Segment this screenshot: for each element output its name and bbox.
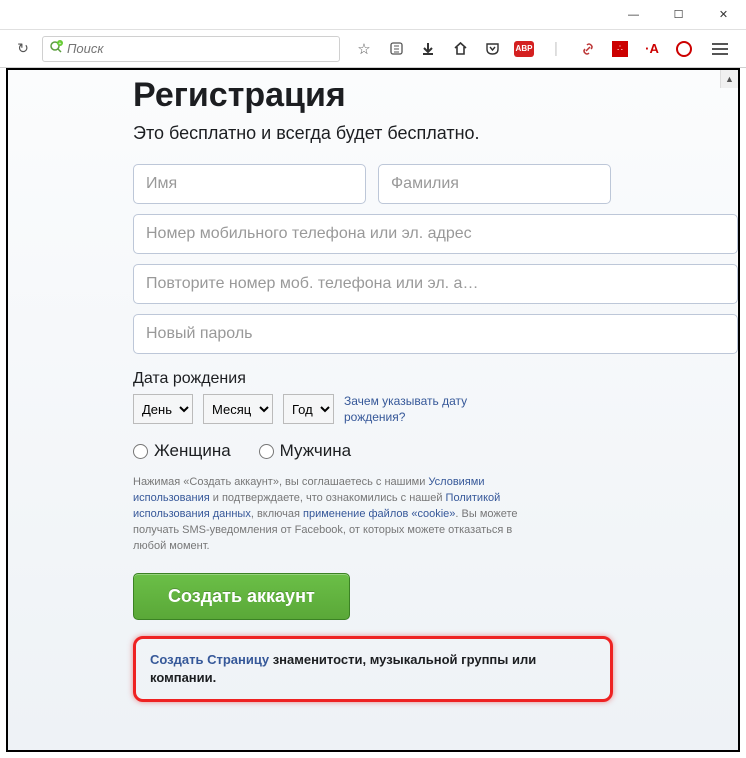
window-titlebar: — ☐ ✕	[0, 0, 746, 30]
font-extension-icon[interactable]: ·A	[642, 39, 662, 59]
terms-text: Нажимая «Создать аккаунт», вы соглашаете…	[133, 475, 533, 555]
create-account-button[interactable]: Создать аккаунт	[133, 573, 350, 620]
home-icon[interactable]	[450, 39, 470, 59]
adblock-icon[interactable]: ABP	[514, 39, 534, 59]
create-page-callout: Создать Страницу знаменитости, музыкальн…	[133, 636, 613, 702]
dob-label: Дата рождения	[133, 370, 738, 388]
dob-day-select[interactable]: День	[133, 394, 193, 424]
password-input[interactable]	[133, 314, 738, 354]
page-content: ▲ Регистрация Это бесплатно и всегда буд…	[6, 68, 740, 752]
gender-male-radio[interactable]	[259, 444, 274, 459]
gender-row: Женщина Мужчина	[133, 441, 738, 461]
gender-male-option[interactable]: Мужчина	[259, 441, 351, 461]
window-close-button[interactable]: ✕	[701, 0, 746, 30]
gender-female-radio[interactable]	[133, 444, 148, 459]
mobile-email-input[interactable]	[133, 214, 738, 254]
bookmark-star-icon[interactable]: ☆	[354, 39, 374, 59]
page-subtitle: Это бесплатно и всегда будет бесплатно.	[133, 123, 738, 144]
first-name-input[interactable]	[133, 164, 366, 204]
gender-female-label: Женщина	[154, 441, 231, 461]
dob-year-select[interactable]: Год	[283, 394, 334, 424]
search-icon: +	[49, 40, 63, 57]
scrollbar-up-button[interactable]: ▲	[720, 70, 738, 88]
svg-text:+: +	[59, 41, 62, 47]
last-name-input[interactable]	[378, 164, 611, 204]
ring-extension-icon[interactable]	[674, 39, 694, 59]
search-box[interactable]: +	[42, 36, 340, 62]
browser-toolbar: ↻ + ☆ ABP | ∴ ·A	[0, 30, 746, 68]
toolbar-icons: ☆ ABP | ∴ ·A	[346, 39, 736, 59]
library-icon[interactable]	[386, 39, 406, 59]
search-input[interactable]	[67, 41, 333, 56]
page-title: Регистрация	[133, 76, 738, 115]
link-extension-icon[interactable]	[578, 39, 598, 59]
gender-female-option[interactable]: Женщина	[133, 441, 231, 461]
reload-button[interactable]: ↻	[10, 36, 36, 62]
window-maximize-button[interactable]: ☐	[656, 0, 701, 30]
dob-month-select[interactable]: Месяц	[203, 394, 273, 424]
create-page-link[interactable]: Создать Страницу	[150, 652, 269, 667]
mobile-email-repeat-input[interactable]	[133, 264, 738, 304]
pocket-icon[interactable]	[482, 39, 502, 59]
downloads-icon[interactable]	[418, 39, 438, 59]
menu-icon[interactable]	[712, 43, 728, 55]
dob-help-link[interactable]: Зачем указывать дату рождения?	[344, 394, 474, 425]
gender-male-label: Мужчина	[280, 441, 351, 461]
cookie-policy-link[interactable]: применение файлов «cookie»	[303, 508, 455, 520]
separator-icon: |	[546, 39, 566, 59]
dob-row: День Месяц Год Зачем указывать дату рожд…	[133, 394, 738, 425]
create-page-text: Создать Страницу знаменитости, музыкальн…	[150, 651, 596, 687]
window-minimize-button[interactable]: —	[611, 0, 656, 30]
red-extension-icon[interactable]: ∴	[610, 39, 630, 59]
